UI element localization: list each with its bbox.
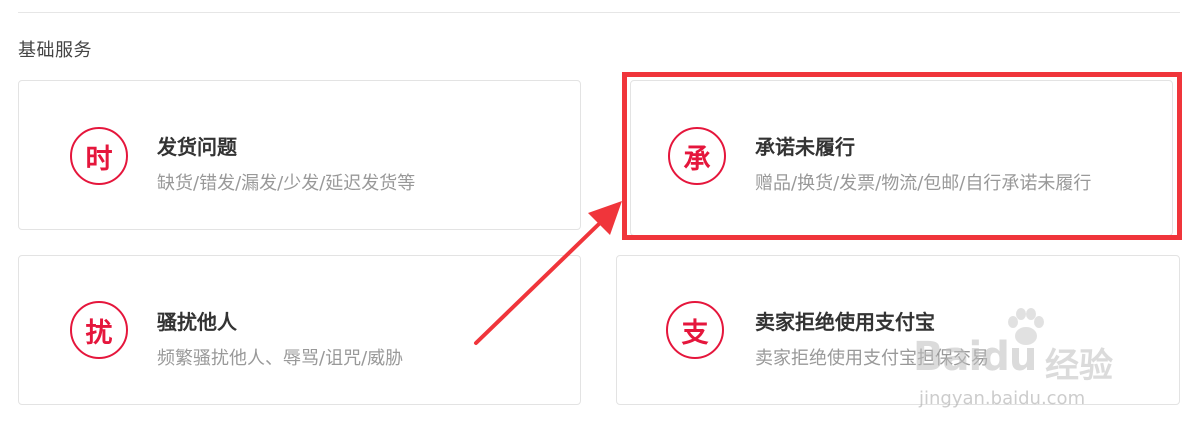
card-desc: 卖家拒绝使用支付宝担保交易 xyxy=(755,348,989,369)
section-title: 基础服务 xyxy=(18,40,92,61)
harassment-badge-icon: 扰 xyxy=(70,301,128,359)
card-title: 承诺未履行 xyxy=(755,135,855,159)
top-divider xyxy=(18,12,1180,13)
card-desc: 赠品/换货/发票/物流/包邮/自行承诺未履行 xyxy=(755,173,1092,194)
card-title: 发货问题 xyxy=(157,135,237,159)
service-card-shipping[interactable]: 时 发货问题 缺货/错发/漏发/少发/延迟发货等 xyxy=(18,80,581,230)
card-title: 骚扰他人 xyxy=(157,310,237,334)
service-card-promise[interactable]: 承 承诺未履行 赠品/换货/发票/物流/包邮/自行承诺未履行 xyxy=(630,80,1173,236)
service-card-harassment[interactable]: 扰 骚扰他人 频繁骚扰他人、辱骂/诅咒/威胁 xyxy=(18,255,581,405)
shipping-badge-icon: 时 xyxy=(70,127,128,185)
card-desc: 缺货/错发/漏发/少发/延迟发货等 xyxy=(157,173,416,194)
card-title: 卖家拒绝使用支付宝 xyxy=(755,310,935,334)
service-card-alipay[interactable]: 支 卖家拒绝使用支付宝 卖家拒绝使用支付宝担保交易 xyxy=(616,255,1180,405)
alipay-badge-icon: 支 xyxy=(666,301,724,359)
card-desc: 频繁骚扰他人、辱骂/诅咒/威胁 xyxy=(157,348,404,369)
promise-badge-icon: 承 xyxy=(668,127,726,185)
